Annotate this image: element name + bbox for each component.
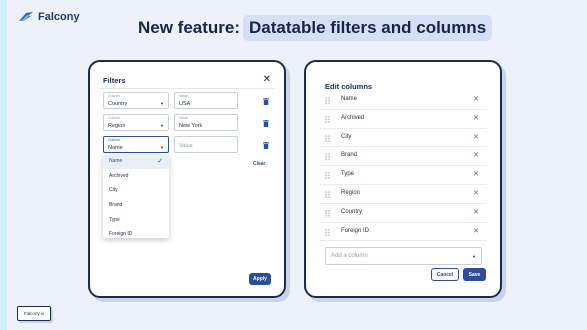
- column-select-value: Name: [108, 145, 123, 151]
- caret-down-icon: ▼: [160, 145, 164, 150]
- dropdown-option-label: Name: [109, 158, 123, 165]
- falcon-wing-icon: [19, 12, 33, 21]
- drag-handle-icon[interactable]: [325, 116, 330, 123]
- dropdown-option-label: Brand: [109, 202, 123, 209]
- column-select-label: Column: [108, 94, 121, 98]
- column-select-value: Country: [108, 101, 128, 107]
- column-row: Foreign ID ✕: [319, 223, 487, 242]
- dropdown-option[interactable]: Type: [103, 212, 169, 227]
- filters-title: Filters: [103, 76, 126, 85]
- remove-column-icon[interactable]: ✕: [473, 151, 479, 159]
- column-name: Region: [341, 190, 361, 196]
- drag-handle-icon[interactable]: [325, 191, 330, 198]
- column-name: Country: [341, 208, 363, 215]
- dropdown-option[interactable]: Archived: [103, 169, 169, 184]
- dropdown-option-label: Foreign ID: [109, 231, 133, 238]
- dropdown-option[interactable]: City: [103, 183, 169, 198]
- apply-button[interactable]: Apply: [249, 273, 271, 285]
- trash-icon[interactable]: [263, 142, 269, 149]
- column-select-value: Region: [108, 123, 126, 129]
- clear-button[interactable]: Clear: [253, 161, 266, 167]
- cancel-button[interactable]: Cancel: [431, 268, 459, 281]
- column-name: Name: [341, 96, 358, 102]
- headline-highlight: Datatable filters and columns: [243, 15, 493, 41]
- column-row: Region ✕: [319, 185, 487, 204]
- drag-handle-icon[interactable]: [325, 172, 330, 179]
- drag-handle-icon[interactable]: [325, 134, 330, 142]
- value-input-label: Value: [179, 94, 188, 98]
- column-name: Archived: [341, 114, 365, 121]
- headline-prefix: New feature:: [138, 18, 241, 37]
- column-row: Type ✕: [319, 166, 487, 185]
- drag-handle-icon[interactable]: [325, 210, 330, 217]
- value-input[interactable]: Value USA: [174, 92, 238, 109]
- page-headline: New feature: Datatable filters and colum…: [138, 15, 493, 41]
- column-name: Foreign ID: [341, 227, 370, 234]
- drag-handle-icon[interactable]: [325, 228, 330, 236]
- close-icon[interactable]: ✕: [263, 74, 271, 85]
- column-name: City: [341, 133, 352, 140]
- column-row: Name ✕: [319, 91, 487, 110]
- edit-columns-title: Edit columns: [325, 82, 373, 91]
- caret-down-icon: ▼: [472, 254, 476, 259]
- dropdown-option-label: City: [109, 187, 118, 194]
- column-name: Type: [341, 171, 355, 178]
- remove-column-icon[interactable]: ✕: [473, 208, 479, 216]
- dropdown-option-label: Type: [109, 216, 120, 223]
- dropdown-option-label: Archived: [109, 172, 129, 179]
- save-button[interactable]: Save: [463, 268, 486, 281]
- column-select[interactable]: Column Region ▼: [103, 114, 169, 131]
- caret-down-icon: ▼: [160, 101, 164, 106]
- left-accent-bar: [0, 0, 7, 330]
- check-icon: ✓: [157, 158, 163, 165]
- value-input[interactable]: Value: [174, 136, 238, 153]
- remove-column-icon[interactable]: ✕: [473, 95, 479, 103]
- remove-column-icon[interactable]: ✕: [473, 170, 479, 178]
- column-row: City ✕: [319, 129, 487, 148]
- column-select-label: Column: [108, 138, 121, 142]
- column-row: Archived ✕: [319, 110, 487, 129]
- column-row: Country ✕: [319, 204, 487, 223]
- value-input[interactable]: Value New York: [174, 114, 238, 131]
- caret-down-icon: ▼: [160, 123, 164, 128]
- column-select[interactable]: Column Country ▼: [103, 92, 169, 109]
- brand-logo: Falcony: [19, 11, 80, 23]
- column-dropdown-menu: Name ✓ Archived City Brand Type Foreign …: [103, 154, 169, 238]
- brand-name: Falcony: [38, 11, 80, 23]
- trash-icon[interactable]: [263, 120, 269, 127]
- column-name: Brand: [341, 152, 358, 159]
- remove-column-icon[interactable]: ✕: [473, 133, 479, 141]
- dropdown-option[interactable]: Foreign ID: [103, 227, 169, 238]
- column-select-active[interactable]: Column Name ▼: [103, 136, 169, 153]
- value-input-placeholder: Value: [179, 143, 193, 149]
- column-select-label: Column: [108, 116, 121, 120]
- remove-column-icon[interactable]: ✕: [473, 227, 479, 235]
- filters-dialog: Filters ✕ Column Country ▼ Value USA Col…: [88, 60, 286, 298]
- add-column-select[interactable]: Add a column ▼: [325, 247, 482, 265]
- add-column-placeholder: Add a column: [331, 253, 368, 259]
- value-input-value: New York: [179, 123, 203, 129]
- dropdown-option[interactable]: Brand: [103, 198, 169, 213]
- value-input-value: USA: [179, 101, 191, 107]
- remove-column-icon[interactable]: ✕: [473, 114, 479, 122]
- trash-icon[interactable]: [263, 98, 269, 105]
- value-input-label: Value: [179, 116, 188, 120]
- dropdown-option[interactable]: Name ✓: [103, 154, 169, 169]
- site-badge: Falcony.io: [17, 306, 51, 321]
- divider: [99, 88, 275, 89]
- drag-handle-icon[interactable]: [325, 97, 330, 104]
- edit-columns-dialog: Edit columns Name ✕ Archived ✕ City ✕ Br…: [304, 60, 502, 298]
- remove-column-icon[interactable]: ✕: [473, 189, 479, 197]
- drag-handle-icon[interactable]: [325, 153, 330, 161]
- column-row: Brand ✕: [319, 147, 487, 167]
